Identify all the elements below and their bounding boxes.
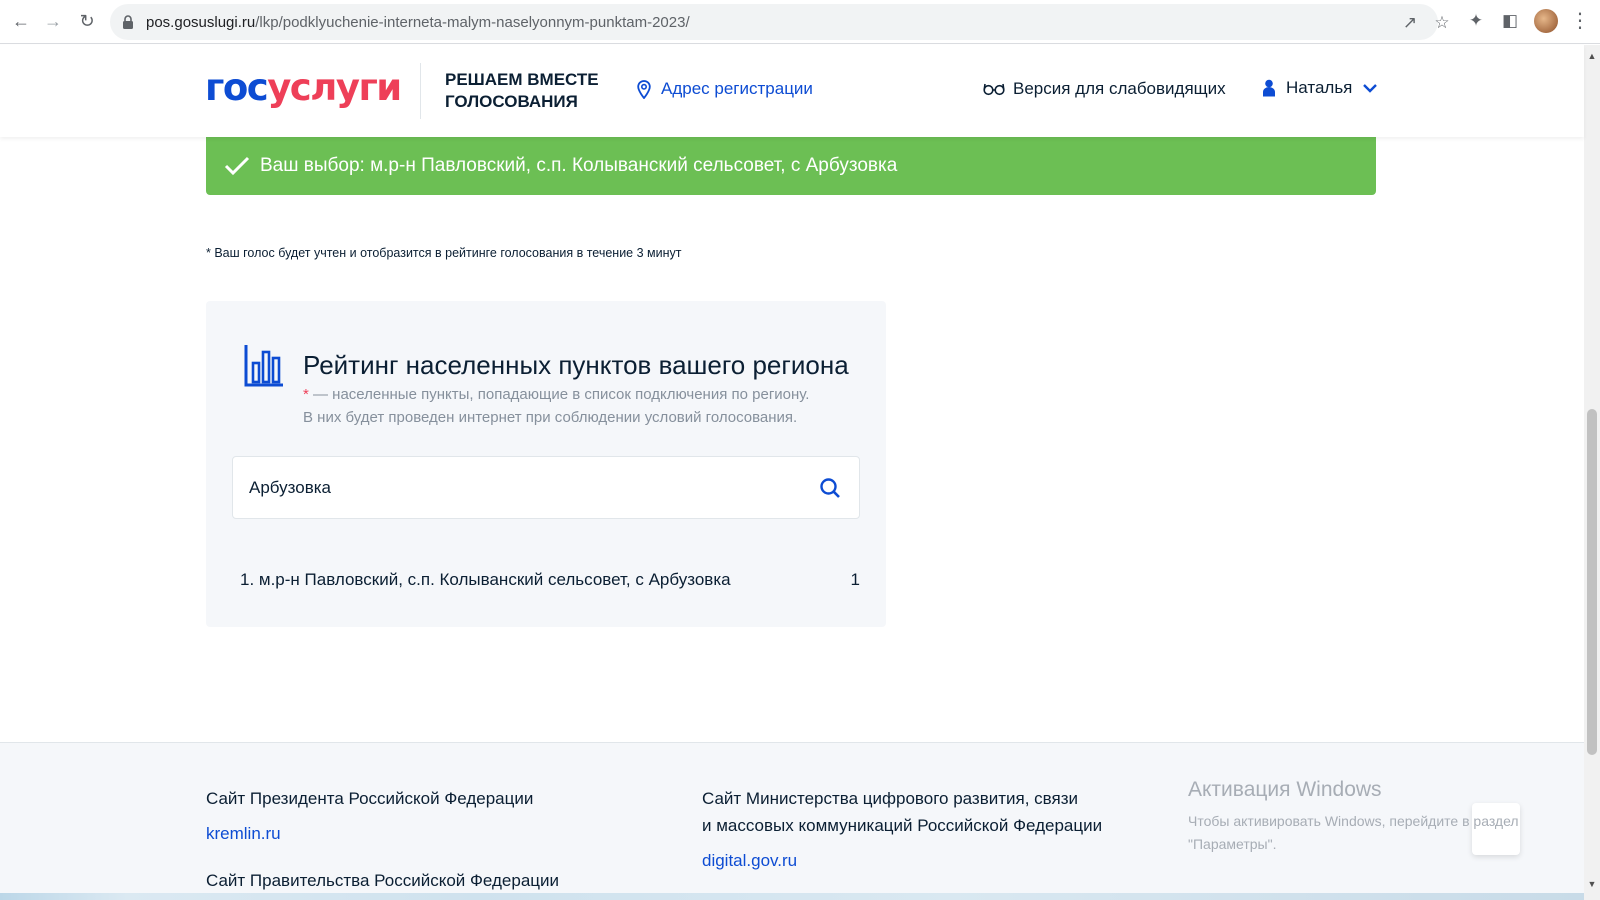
url-text: pos.gosuslugi.ru/lkp/podklyuchenie-inter…: [146, 14, 690, 31]
header-divider: [420, 63, 421, 119]
url-path: /lkp/podklyuchenie-interneta-malym-nasel…: [255, 14, 690, 31]
choice-success-banner: Ваш выбор: м.р-н Павловский, с.п. Колыва…: [206, 137, 1376, 195]
glasses-icon: [983, 83, 1005, 96]
reload-icon[interactable]: ↻: [76, 10, 98, 32]
scroll-down-arrow-icon[interactable]: ▼: [1587, 879, 1597, 889]
government-site-label: Сайт Правительства Российской Федерации: [206, 871, 560, 890]
address-bar[interactable]: pos.gosuslugi.ru/lkp/podklyuchenie-inter…: [110, 4, 1450, 40]
taskbar-edge: [0, 893, 1584, 900]
registration-address-label: Адрес регистрации: [661, 79, 813, 98]
windows-activation-watermark: Активация Windows Чтобы активировать Win…: [1188, 778, 1548, 856]
registration-address-link[interactable]: Адрес регистрации: [637, 79, 813, 99]
user-menu[interactable]: Наталья: [1262, 78, 1378, 98]
location-pin-icon: [637, 79, 651, 99]
low-vision-version-label: Версия для слабовидящих: [1013, 79, 1226, 98]
ministry-label-line-1: Сайт Министерства цифрового развития, св…: [702, 789, 1079, 808]
profile-avatar[interactable]: [1534, 9, 1558, 33]
promo-line-2: ГОЛОСОВАНИЯ: [445, 92, 578, 111]
choice-text: Ваш выбор: м.р-н Павловский, с.п. Колыва…: [260, 155, 898, 176]
settlement-search-input[interactable]: [249, 475, 789, 501]
scrollbar-thumb[interactable]: [1587, 409, 1597, 755]
url-host: pos.gosuslugi.ru: [146, 14, 256, 31]
bar-chart-icon: [244, 345, 283, 387]
back-arrow-icon[interactable]: ←: [10, 10, 32, 32]
bookmark-star-icon[interactable]: ☆: [1432, 13, 1452, 33]
gosuslugi-logo[interactable]: госуслуги: [205, 66, 402, 109]
promo-line-1: РЕШАЕМ ВМЕСТЕ: [445, 70, 599, 89]
share-icon[interactable]: ↗: [1400, 13, 1420, 33]
browser-toolbar: ← → ↻ pos.gosuslugi.ru/lkp/podklyuchenie…: [0, 0, 1600, 44]
watermark-title: Активация Windows: [1188, 778, 1382, 801]
side-panel-icon[interactable]: ◧: [1500, 11, 1520, 31]
kremlin-link[interactable]: kremlin.ru: [206, 824, 281, 844]
user-icon: [1263, 79, 1275, 97]
user-name: Наталья: [1286, 78, 1353, 97]
rating-description: * — населенные пункты, попадающие в спис…: [303, 383, 863, 429]
rating-result-row[interactable]: 1. м.р-н Павловский, с.п. Колыванский се…: [240, 570, 860, 590]
watermark-line-2: "Параметры".: [1188, 836, 1277, 852]
scroll-up-arrow-icon[interactable]: ▲: [1587, 51, 1597, 61]
low-vision-version-link[interactable]: Версия для слабовидящих: [983, 79, 1226, 99]
rating-desc-line-2: В них будет проведен интернет при соблюд…: [303, 409, 798, 426]
site-header: госуслуги РЕШАЕМ ВМЕСТЕ ГОЛОСОВАНИЯ Адре…: [0, 45, 1584, 137]
search-icon[interactable]: [819, 477, 841, 499]
lock-icon: [123, 15, 133, 29]
rating-desc-text-1: — населенные пункты, попадающие в список…: [308, 386, 810, 403]
browser-menu-icon[interactable]: ⋮: [1570, 8, 1590, 34]
rating-title: Рейтинг населенных пунктов вашего регион…: [303, 350, 849, 380]
checkmark-icon: [224, 156, 250, 176]
result-label: 1. м.р-н Павловский, с.п. Колыванский се…: [240, 570, 731, 589]
extensions-puzzle-icon[interactable]: ✦: [1466, 11, 1486, 31]
digital-gov-link[interactable]: digital.gov.ru: [702, 851, 797, 871]
result-votes: 1: [850, 570, 860, 589]
watermark-text: Чтобы активировать Windows, перейдите в …: [1188, 810, 1548, 856]
page-scrollbar[interactable]: ▲ ▼: [1584, 45, 1600, 900]
ministry-label-line-2: и массовых коммуникаций Российской Федер…: [702, 816, 1103, 835]
logo-part-gos: гос: [205, 66, 269, 109]
rating-desc-line-1: * — населенные пункты, попадающие в спис…: [303, 383, 863, 406]
forward-arrow-icon[interactable]: →: [42, 10, 64, 32]
logo-part-uslugi: услуги: [267, 66, 402, 109]
ministry-site-label: Сайт Министерства цифрового развития, св…: [702, 785, 1102, 839]
settlement-search-box: [232, 456, 860, 519]
rating-panel: Рейтинг населенных пунктов вашего регион…: [206, 301, 886, 627]
president-site-label: Сайт Президента Российской Федерации: [206, 789, 534, 808]
watermark-line-1: Чтобы активировать Windows, перейдите в …: [1188, 813, 1519, 829]
vote-note: * Ваш голос будет учтен и отобразится в …: [206, 246, 682, 260]
promo-title[interactable]: РЕШАЕМ ВМЕСТЕ ГОЛОСОВАНИЯ: [445, 69, 615, 113]
chevron-down-icon: [1363, 84, 1378, 93]
